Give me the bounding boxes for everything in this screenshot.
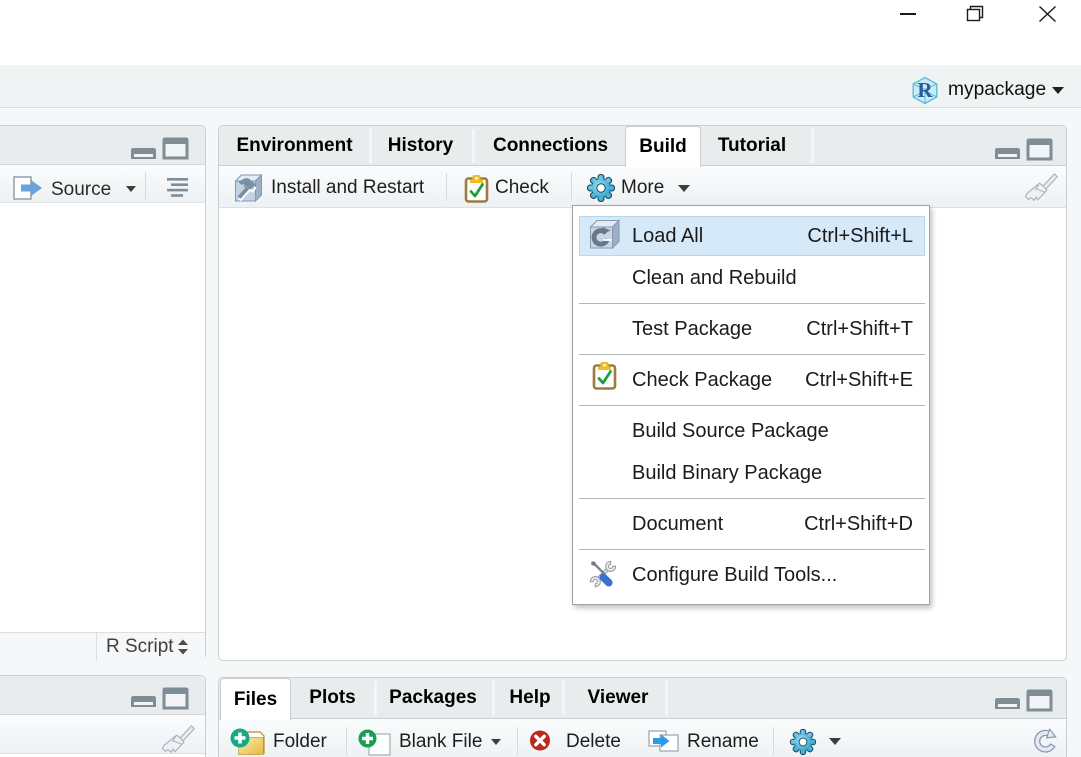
svg-text:R: R — [917, 78, 933, 102]
